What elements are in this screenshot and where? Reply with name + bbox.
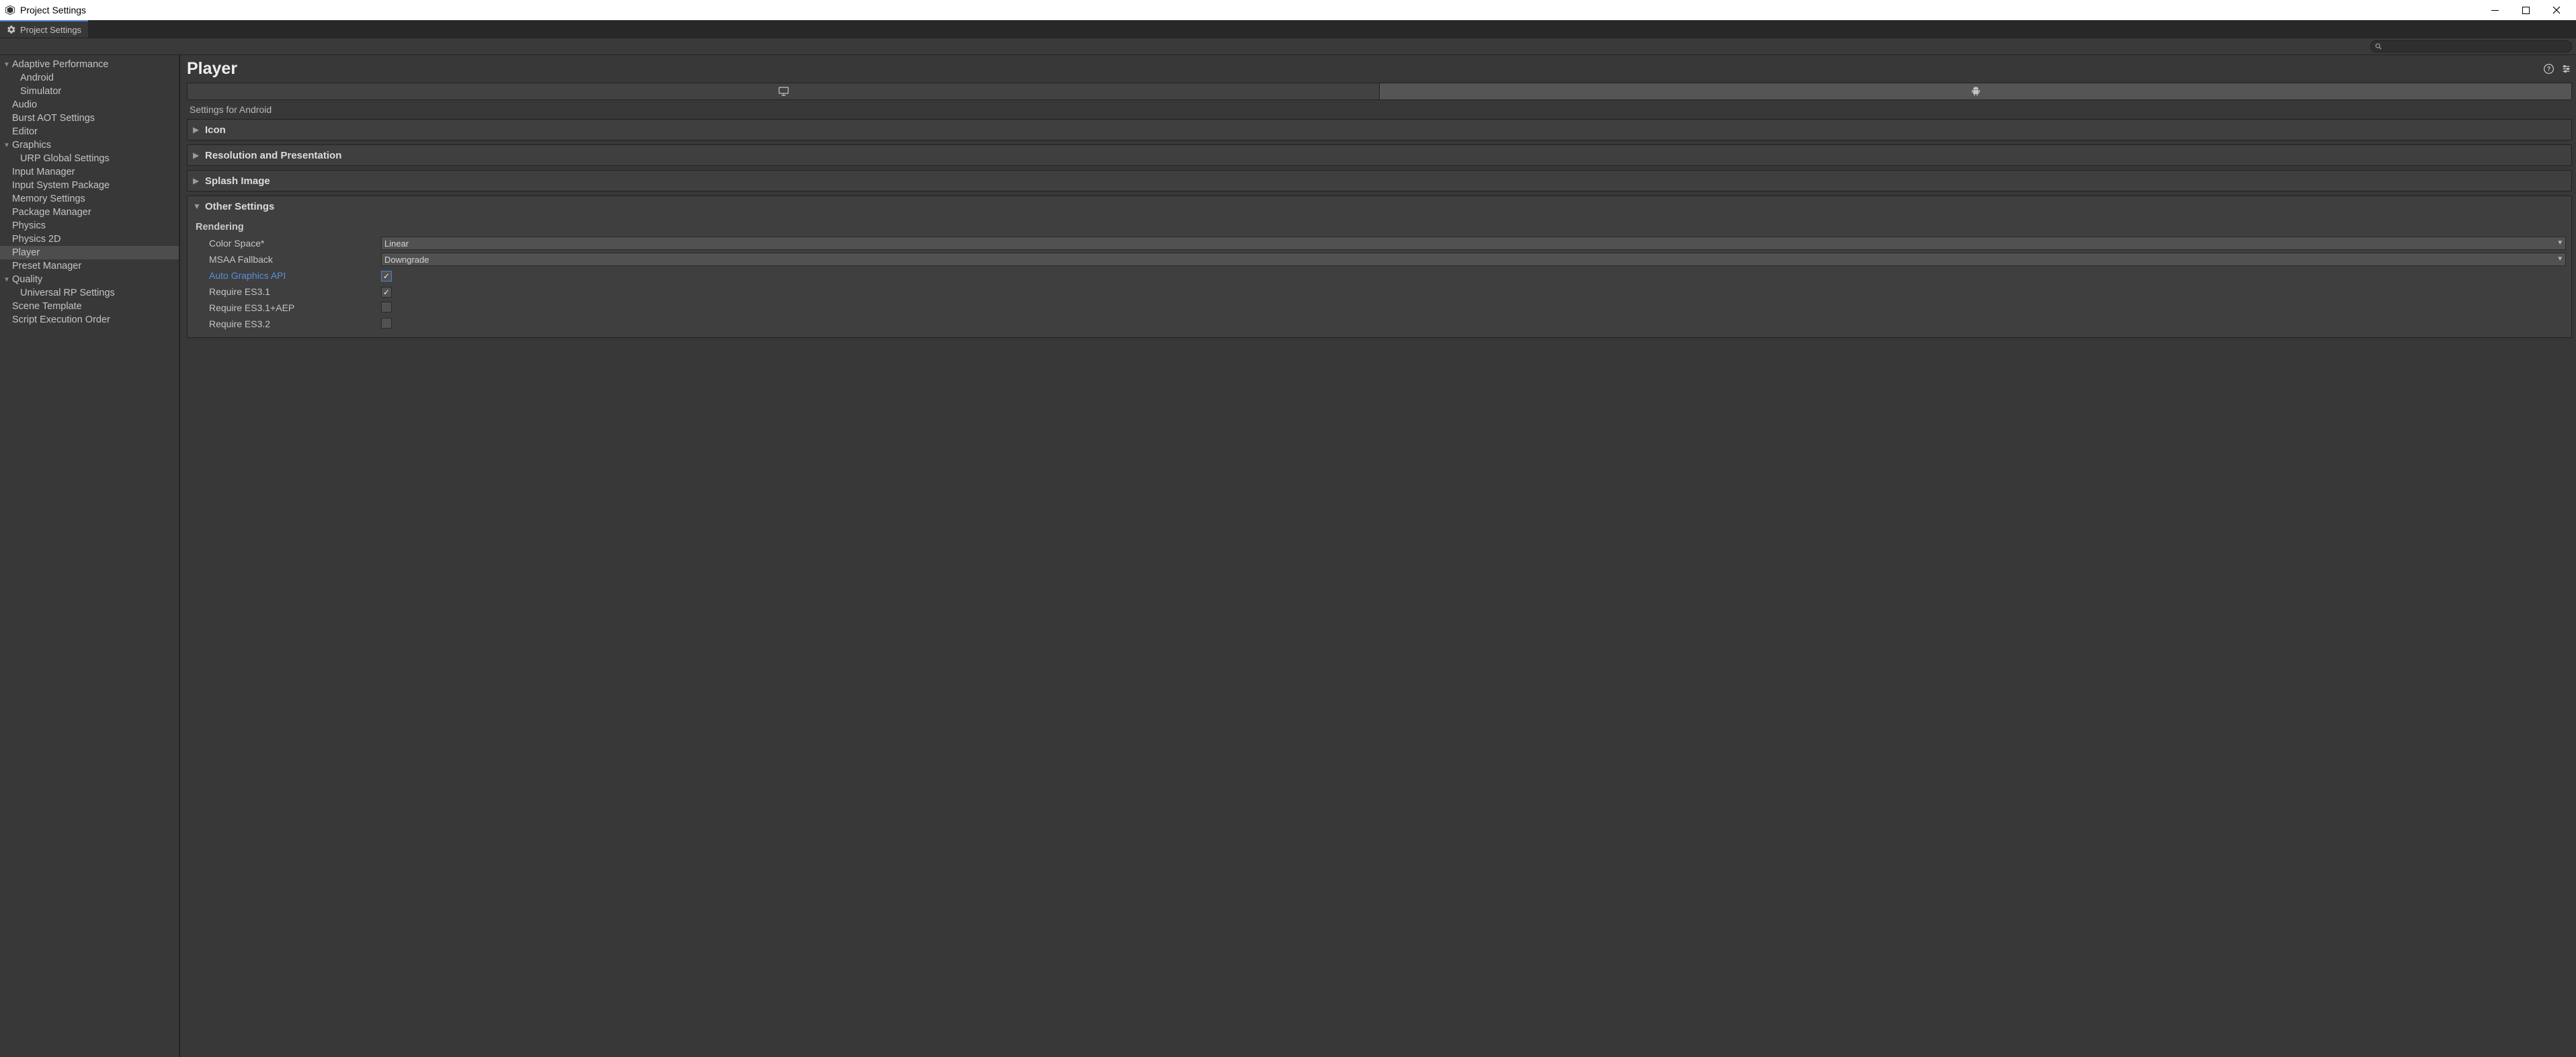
- search-field[interactable]: [2370, 40, 2572, 52]
- window-titlebar: Project Settings: [0, 0, 2576, 20]
- editor-tab-bar: Project Settings: [0, 20, 2576, 38]
- foldout-other-settings-header[interactable]: ▼ Other Settings: [188, 196, 2571, 216]
- tree-item-label: Graphics: [12, 140, 51, 151]
- tree-item-label: Memory Settings: [12, 194, 85, 204]
- tree-item-label: Audio: [12, 99, 37, 110]
- foldout-other-settings: ▼ Other Settings Rendering Color Space* …: [187, 196, 2572, 338]
- sidebar-item-adaptive-performance[interactable]: ▼Adaptive Performance: [0, 58, 179, 71]
- sidebar-item-simulator[interactable]: Simulator: [0, 85, 179, 98]
- require-es31-checkbox[interactable]: [381, 287, 392, 298]
- monitor-icon: [778, 85, 790, 97]
- toolbar: [0, 38, 2576, 55]
- msaa-fallback-dropdown[interactable]: Downgrade: [381, 253, 2566, 266]
- tree-item-label: Physics: [12, 220, 46, 231]
- tree-item-label: Input System Package: [12, 180, 110, 191]
- sidebar-item-audio[interactable]: Audio: [0, 98, 179, 112]
- require-es31aep-checkbox[interactable]: [381, 302, 392, 312]
- auto-graphics-api-checkbox[interactable]: [381, 271, 392, 282]
- help-button[interactable]: ?: [2542, 63, 2554, 75]
- tree-item-label: Script Execution Order: [12, 314, 110, 325]
- tree-item-label: Android: [20, 73, 54, 83]
- require-es32-checkbox[interactable]: [381, 318, 392, 329]
- tab-project-settings[interactable]: Project Settings: [0, 20, 88, 38]
- tree-item-label: Package Manager: [12, 207, 91, 218]
- sidebar-item-preset-manager[interactable]: Preset Manager: [0, 259, 179, 273]
- svg-text:?: ?: [2546, 66, 2550, 73]
- require-es32-label: Require ES3.2: [200, 319, 381, 329]
- android-icon: [1970, 86, 1981, 97]
- sidebar-item-burst-aot-settings[interactable]: Burst AOT Settings: [0, 112, 179, 125]
- color-space-dropdown[interactable]: Linear: [381, 237, 2566, 250]
- tree-item-label: Burst AOT Settings: [12, 113, 95, 124]
- preset-button[interactable]: [2560, 63, 2572, 75]
- search-icon: [2375, 43, 2382, 50]
- window-maximize-button[interactable]: [2510, 0, 2541, 20]
- sidebar-item-memory-settings[interactable]: Memory Settings: [0, 192, 179, 206]
- platform-tab-standalone[interactable]: [187, 83, 1379, 100]
- tree-item-label: URP Global Settings: [20, 153, 110, 164]
- require-es31aep-label: Require ES3.1+AEP: [200, 302, 381, 313]
- tree-item-label: Preset Manager: [12, 261, 81, 271]
- chevron-down-icon[interactable]: ▼: [3, 61, 11, 69]
- sidebar-item-scene-template[interactable]: Scene Template: [0, 300, 179, 313]
- chevron-down-icon: ▼: [193, 202, 200, 211]
- tree-item-label: Player: [12, 247, 40, 258]
- gear-icon: [7, 25, 16, 34]
- settings-tree[interactable]: ▼Adaptive PerformanceAndroidSimulatorAud…: [0, 55, 180, 1057]
- chevron-down-icon[interactable]: ▼: [3, 142, 11, 149]
- platform-tab-android[interactable]: [1379, 83, 2572, 100]
- tree-item-label: Universal RP Settings: [20, 288, 115, 298]
- color-space-label: Color Space*: [200, 238, 381, 249]
- window-minimize-button[interactable]: [2479, 0, 2510, 20]
- tree-item-label: Input Manager: [12, 167, 75, 177]
- foldout-resolution-presentation[interactable]: ▶Resolution and Presentation: [187, 144, 2572, 166]
- sidebar-item-urp-global-settings[interactable]: URP Global Settings: [0, 152, 179, 165]
- tree-item-label: Scene Template: [12, 301, 82, 312]
- tree-item-label: Quality: [12, 274, 42, 285]
- sidebar-item-graphics[interactable]: ▼Graphics: [0, 138, 179, 152]
- chevron-right-icon: ▶: [193, 151, 200, 160]
- tree-item-label: Editor: [12, 126, 38, 137]
- unity-app-icon: [4, 4, 16, 16]
- window-close-button[interactable]: [2541, 0, 2572, 20]
- platform-tabs: [187, 83, 2572, 100]
- foldout-splash-image[interactable]: ▶Splash Image: [187, 170, 2572, 192]
- sidebar-item-script-execution-order[interactable]: Script Execution Order: [0, 313, 179, 327]
- sidebar-item-physics[interactable]: Physics: [0, 219, 179, 232]
- sidebar-item-universal-rp-settings[interactable]: Universal RP Settings: [0, 286, 179, 300]
- rendering-header: Rendering: [196, 222, 2566, 232]
- auto-graphics-api-label: Auto Graphics API: [200, 270, 381, 281]
- sidebar-item-quality[interactable]: ▼Quality: [0, 273, 179, 286]
- sidebar-item-input-system-package[interactable]: Input System Package: [0, 179, 179, 192]
- sidebar-item-package-manager[interactable]: Package Manager: [0, 206, 179, 219]
- page-title: Player: [187, 59, 237, 79]
- sidebar-item-player[interactable]: Player: [0, 246, 179, 259]
- msaa-fallback-label: MSAA Fallback: [200, 254, 381, 265]
- chevron-right-icon: ▶: [193, 125, 200, 134]
- tree-item-label: Simulator: [20, 86, 61, 97]
- settings-content: Player ? Settings for Android: [180, 55, 2576, 1057]
- search-input[interactable]: [2384, 42, 2567, 50]
- chevron-down-icon[interactable]: ▼: [3, 276, 11, 284]
- sidebar-item-editor[interactable]: Editor: [0, 125, 179, 138]
- section-label: Settings for Android: [190, 104, 2572, 115]
- foldout-icon[interactable]: ▶Icon: [187, 119, 2572, 140]
- sidebar-item-physics-2d[interactable]: Physics 2D: [0, 232, 179, 246]
- sidebar-item-input-manager[interactable]: Input Manager: [0, 165, 179, 179]
- tree-item-label: Physics 2D: [12, 234, 61, 245]
- require-es31-label: Require ES3.1: [200, 286, 381, 297]
- window-title: Project Settings: [20, 5, 86, 15]
- sidebar-item-android[interactable]: Android: [0, 71, 179, 85]
- chevron-right-icon: ▶: [193, 176, 200, 185]
- tree-item-label: Adaptive Performance: [12, 59, 108, 70]
- tab-label: Project Settings: [20, 25, 81, 35]
